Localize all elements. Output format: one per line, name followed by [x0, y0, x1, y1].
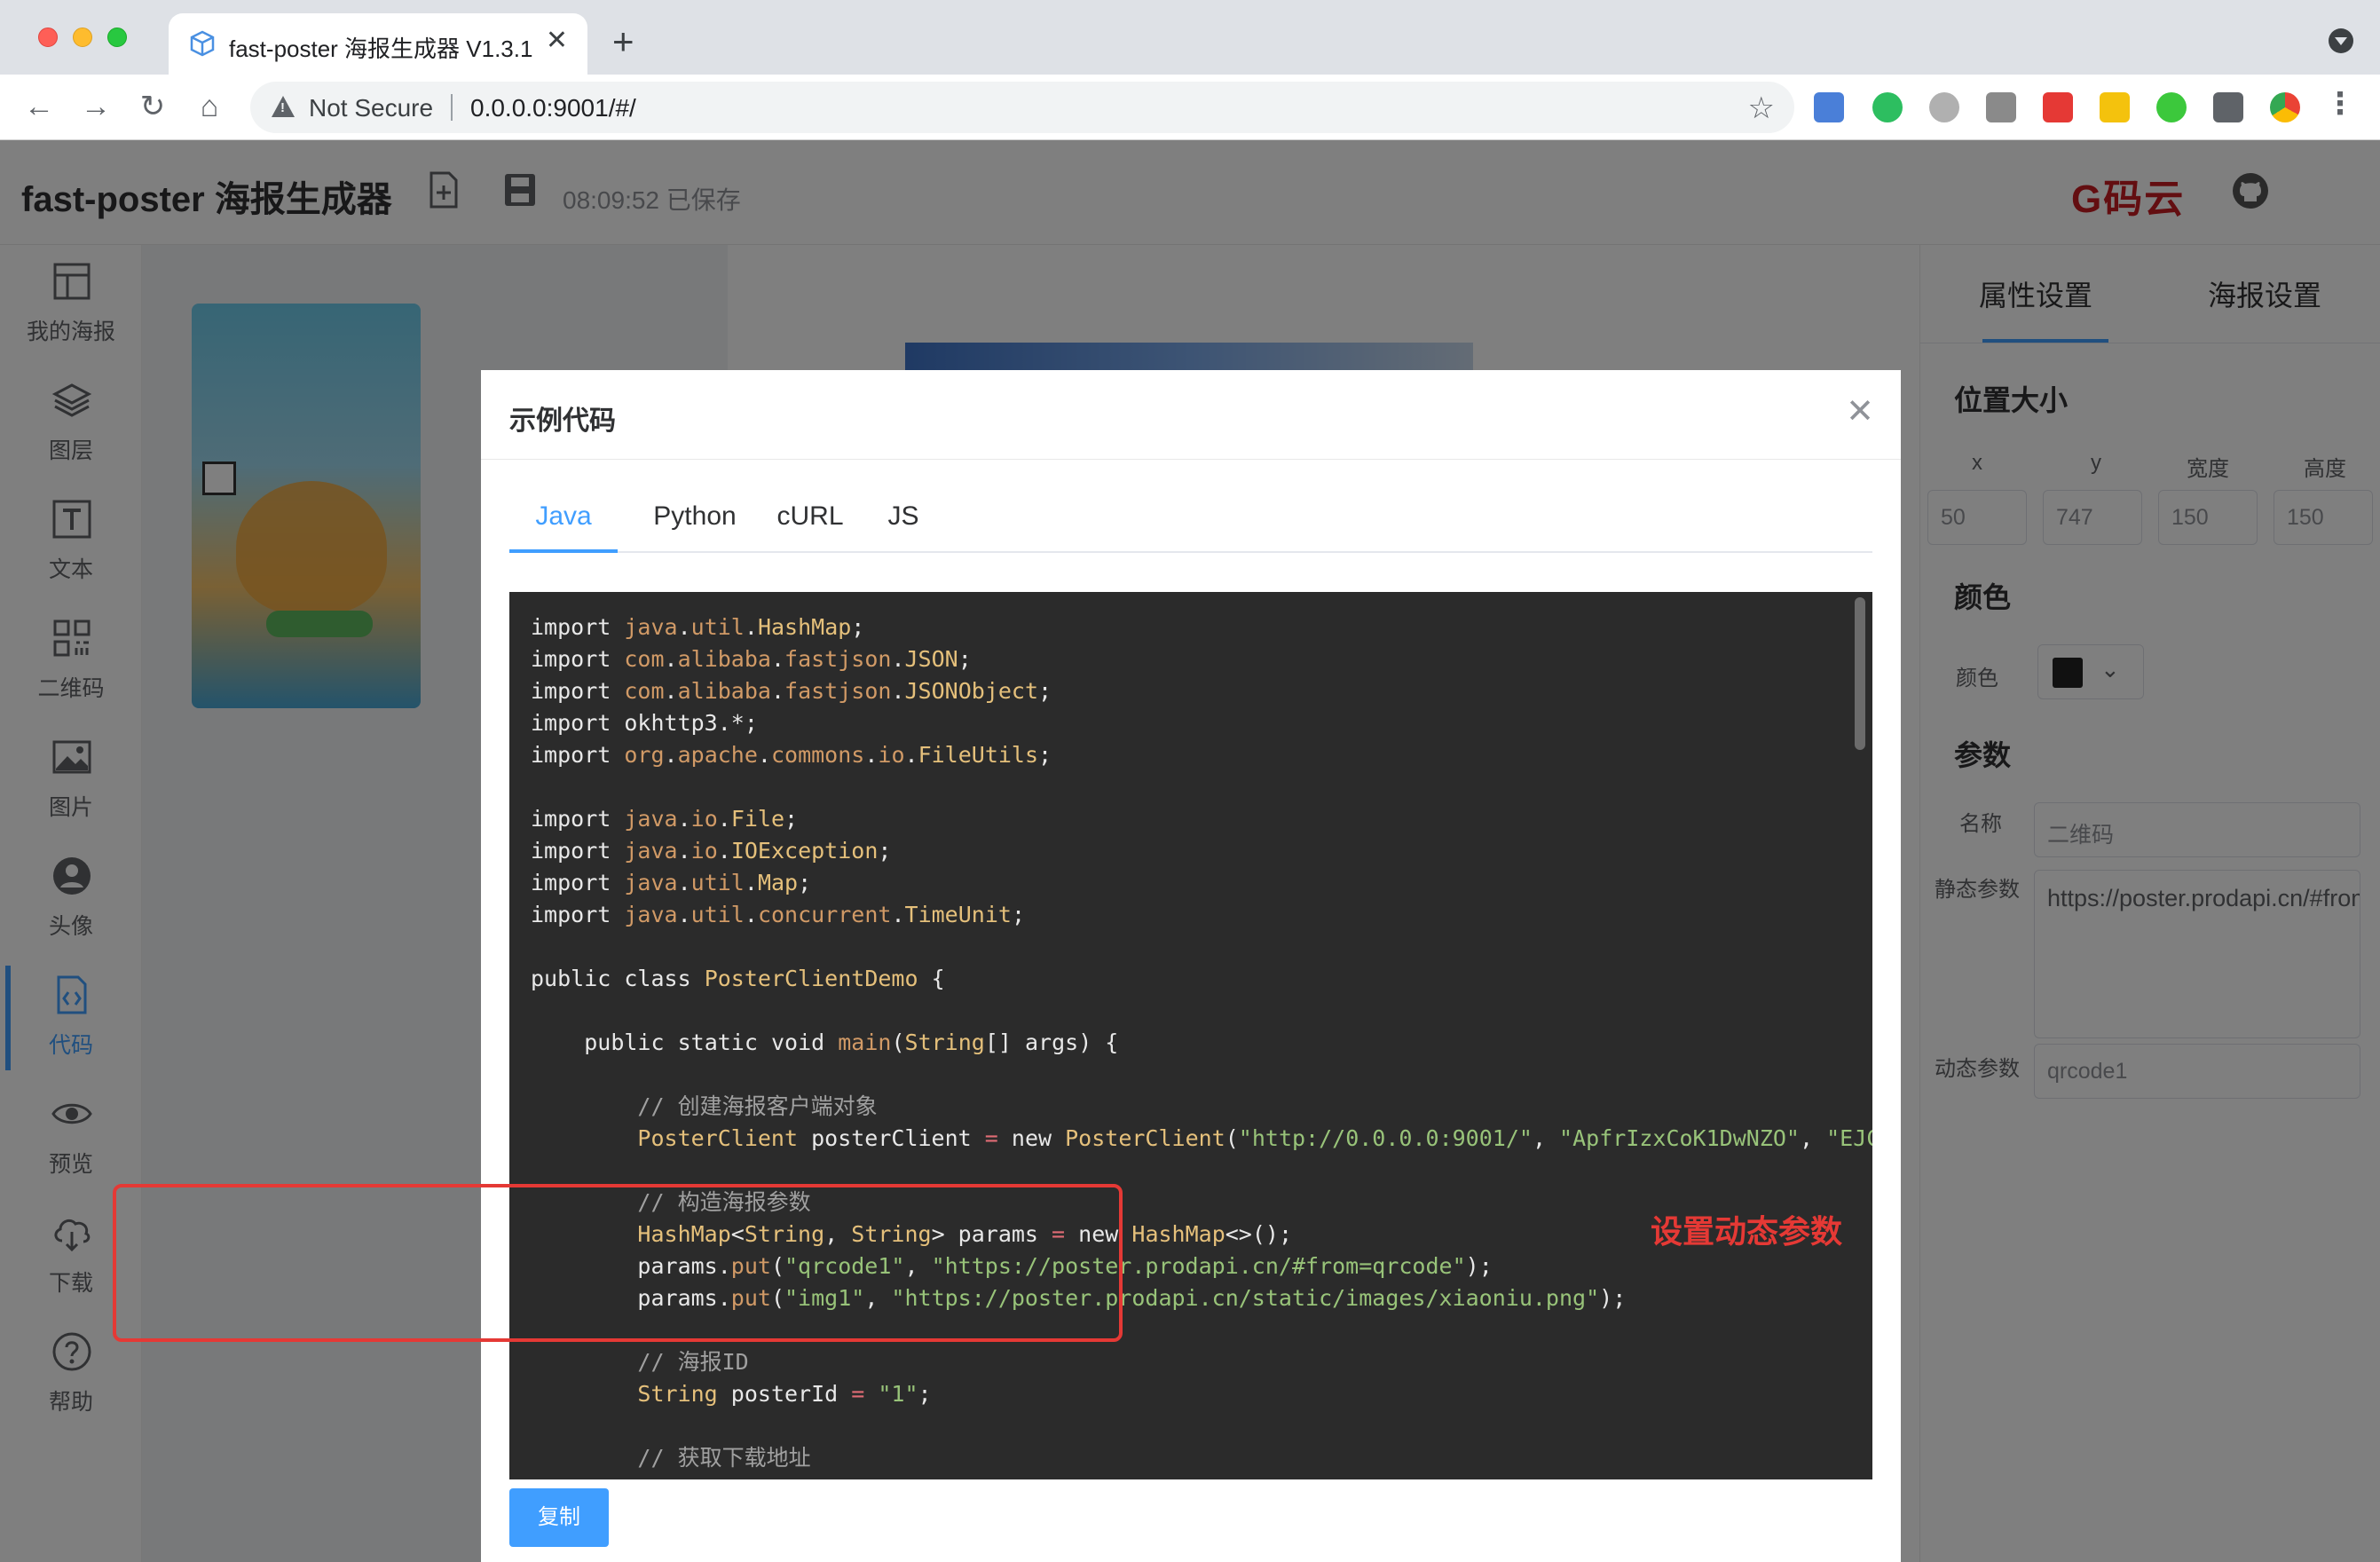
security-label: Not Secure — [309, 94, 434, 122]
tab-active-indicator — [509, 549, 618, 553]
cube-icon — [190, 30, 215, 57]
code-line: // 创建海报客户端对象 — [637, 1093, 878, 1119]
tab-close-icon[interactable]: ✕ — [546, 28, 568, 54]
camera-extension-icon[interactable] — [1986, 92, 2016, 122]
forward-icon[interactable]: → — [76, 87, 115, 126]
window-zoom-button[interactable] — [107, 28, 127, 47]
window-close-button[interactable] — [38, 28, 58, 47]
browser-tab-active[interactable]: fast-poster 海报生成器 V1.3.1 ✕ — [169, 13, 587, 75]
code-line: import java.io.File; — [531, 806, 799, 832]
code-line: public class PosterClientDemo { — [531, 966, 945, 991]
code-line: import java.io.IOException; — [531, 838, 892, 864]
code-line: // 获取下载地址 — [637, 1445, 811, 1471]
warning-icon — [272, 96, 295, 117]
close-icon[interactable]: ✕ — [1846, 395, 1874, 429]
dynamic-params-highlight — [113, 1184, 1123, 1342]
language-tabs: Java Python cURL JS — [509, 501, 1872, 553]
extension-icon-7[interactable] — [2156, 92, 2187, 122]
tab-python[interactable]: Python — [641, 501, 749, 551]
omnibox-divider — [451, 94, 453, 121]
home-icon[interactable]: ⌂ — [190, 87, 229, 126]
annotation-label: 设置动态参数 — [1651, 1213, 1843, 1250]
puzzle-extensions-icon[interactable] — [2213, 92, 2243, 122]
evernote-extension-icon[interactable] — [1872, 92, 1903, 122]
code-block[interactable]: import java.util.HashMap; import com.alib… — [509, 592, 1872, 1479]
url-text[interactable]: 0.0.0.0:9001/#/ — [470, 94, 636, 122]
window-minimize-button[interactable] — [73, 28, 92, 47]
tab-java[interactable]: Java — [509, 501, 618, 551]
code-line: public static void main(String[] args) { — [584, 1030, 1119, 1055]
code-content: import java.util.HashMap; import com.alib… — [531, 611, 1872, 1474]
address-bar[interactable]: Not Secure 0.0.0.0:9001/#/ ☆ — [250, 82, 1794, 133]
browser-toolbar: ← → ↻ ⌂ Not Secure 0.0.0.0:9001/#/ ☆ ⋮ — [0, 75, 2380, 140]
browser-tabstrip: fast-poster 海报生成器 V1.3.1 ✕ + — [0, 0, 2380, 75]
tab-js[interactable]: JS — [877, 501, 930, 551]
code-line: import okhttp3.*; — [531, 710, 758, 736]
profile-avatar-icon[interactable] — [2270, 92, 2300, 122]
example-code-dialog: 示例代码 ✕ Java Python cURL JS import java.u… — [481, 370, 1901, 1562]
extension-icon-6[interactable] — [2100, 92, 2130, 122]
code-line: PosterClient posterClient = new PosterCl… — [637, 1125, 1872, 1151]
tab-curl[interactable]: cURL — [768, 501, 852, 551]
dialog-title: 示例代码 — [509, 406, 616, 436]
code-line: import java.util.Map; — [531, 870, 812, 895]
copy-button[interactable]: 复制 — [509, 1488, 609, 1547]
code-line: import java.util.concurrent.TimeUnit; — [531, 902, 1025, 927]
browser-menu-icon[interactable]: ⋮ — [2325, 89, 2355, 119]
tab-search-icon[interactable] — [2329, 28, 2353, 53]
code-line: import java.util.HashMap; — [531, 614, 865, 640]
code-line: import com.alibaba.fastjson.JSON; — [531, 646, 972, 672]
dialog-divider — [481, 459, 1901, 460]
code-line: String posterId = "1"; — [637, 1381, 932, 1407]
code-line: import com.alibaba.fastjson.JSONObject; — [531, 678, 1052, 704]
back-icon[interactable]: ← — [20, 87, 59, 126]
code-line: // 海报ID — [637, 1349, 749, 1375]
fe-extension-icon[interactable] — [2043, 92, 2073, 122]
reload-icon[interactable]: ↻ — [133, 87, 172, 126]
new-tab-button[interactable]: + — [612, 23, 634, 60]
extension-icon-3[interactable] — [1929, 92, 1959, 122]
bookmark-star-icon[interactable]: ☆ — [1748, 91, 1775, 126]
code-scrollbar[interactable] — [1855, 597, 1865, 750]
tab-title: fast-poster 海报生成器 V1.3.1 — [229, 36, 533, 62]
translate-extension-icon[interactable] — [1814, 92, 1844, 122]
code-line: import org.apache.commons.io.FileUtils; — [531, 742, 1052, 768]
